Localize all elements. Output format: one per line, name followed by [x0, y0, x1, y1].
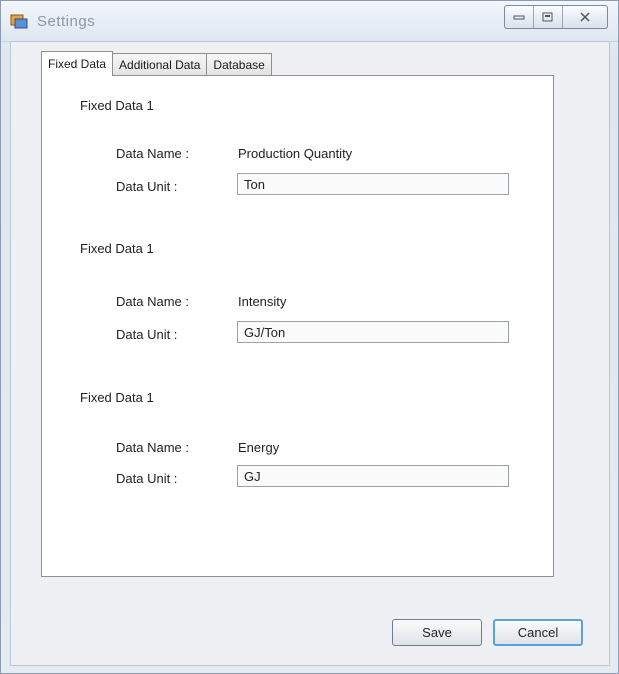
settings-window: Settings Fixed Data Additional Data Data…	[0, 0, 619, 674]
app-icon	[10, 14, 28, 29]
data-unit-field[interactable]	[237, 465, 509, 487]
title-bar[interactable]: Settings	[1, 1, 618, 42]
data-unit-label: Data Unit :	[116, 179, 178, 194]
data-name-label: Data Name :	[116, 294, 189, 309]
tab-additional-data[interactable]: Additional Data	[112, 53, 208, 76]
data-name-label: Data Name :	[116, 146, 189, 161]
tab-database[interactable]: Database	[206, 53, 272, 76]
close-icon[interactable]	[563, 6, 607, 28]
data-unit-field[interactable]	[237, 321, 509, 343]
minimize-icon[interactable]	[505, 6, 534, 28]
group-title: Fixed Data 1	[80, 98, 154, 113]
data-unit-label: Data Unit :	[116, 471, 178, 486]
fixed-data-panel: Fixed Data 1 Data Name : Production Quan…	[41, 75, 554, 577]
window-title: Settings	[37, 13, 96, 30]
cancel-button[interactable]: Cancel	[493, 619, 583, 646]
maximize-icon[interactable]	[534, 6, 563, 28]
data-name-value: Production Quantity	[238, 146, 353, 161]
data-name-value: Energy	[238, 440, 280, 455]
data-unit-label: Data Unit :	[116, 327, 178, 342]
data-unit-field[interactable]	[237, 173, 509, 195]
window-controls	[504, 5, 608, 29]
save-button[interactable]: Save	[392, 619, 482, 646]
tab-fixed-data[interactable]: Fixed Data	[41, 51, 114, 76]
group-title: Fixed Data 1	[80, 390, 154, 405]
group-title: Fixed Data 1	[80, 241, 154, 256]
data-name-label: Data Name :	[116, 440, 189, 455]
tab-strip: Fixed Data Additional Data Database	[41, 51, 272, 76]
data-name-value: Intensity	[238, 294, 287, 309]
